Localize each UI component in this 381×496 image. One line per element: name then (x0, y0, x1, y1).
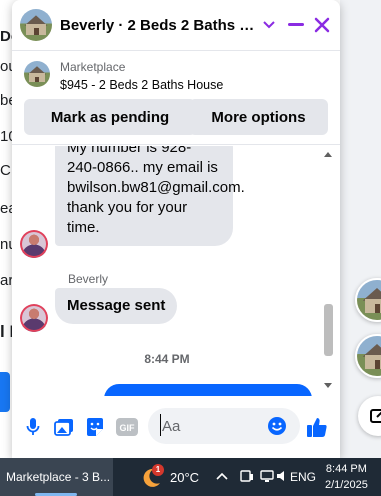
close-icon (314, 17, 330, 33)
composer: GIF Aa (12, 396, 340, 458)
chevron-down-icon (263, 21, 275, 29)
listing-title[interactable]: $945 - 2 Beds 2 Baths House (60, 78, 223, 92)
incoming-message: My number is 928-240-0866.. my email is … (55, 146, 245, 246)
chat-avatar[interactable] (20, 9, 52, 41)
minimize-button[interactable] (284, 13, 308, 37)
tray-device-button[interactable] (240, 469, 254, 486)
scroll-up-arrow-icon[interactable] (324, 152, 332, 157)
clock-date: 2/1/2025 (325, 479, 368, 491)
message-input-placeholder: Aa (162, 417, 181, 435)
listing-banner: Marketplace $945 - 2 Beds 2 Baths House … (12, 50, 340, 145)
emoji-icon (268, 417, 286, 435)
text-caret (160, 414, 161, 436)
chat-head-house[interactable] (355, 334, 381, 378)
chat-header[interactable]: Beverly · 2 Beds 2 Baths H... (12, 0, 340, 50)
gif-icon: GIF (116, 418, 138, 436)
sticker-button[interactable] (84, 416, 106, 438)
chevron-up-icon (216, 472, 228, 480)
clock-time: 8:44 PM (325, 463, 367, 475)
input-language[interactable]: ENG (290, 470, 316, 484)
gif-label: GIF (120, 423, 136, 433)
sticker-icon (87, 418, 103, 436)
listing-thumbnail[interactable] (24, 61, 50, 87)
speaker-icon (277, 471, 284, 481)
compose-icon (370, 409, 381, 423)
emoji-button[interactable] (266, 415, 288, 437)
more-options-button[interactable]: More options (189, 99, 328, 135)
scrollbar-thumb[interactable] (324, 304, 333, 356)
microphone-icon (26, 418, 40, 435)
temperature[interactable]: 20°C (170, 470, 199, 485)
taskbar-app-button[interactable]: Marketplace - 3 B... (0, 458, 113, 496)
sender-name: Beverly (68, 272, 109, 286)
thumbs-up-icon (307, 418, 327, 437)
listing-source: Marketplace (60, 60, 126, 74)
attach-photo-button[interactable] (53, 416, 75, 438)
network-button[interactable] (260, 469, 274, 486)
minimize-icon (288, 23, 304, 26)
scroll-down-arrow-icon[interactable] (324, 383, 332, 388)
close-button[interactable] (310, 13, 334, 37)
chat-window: Beverly · 2 Beds 2 Baths H... Marketplac… (12, 0, 340, 458)
clock[interactable]: 8:44 PM 2/1/2025 (325, 461, 368, 493)
sender-avatar[interactable] (20, 230, 48, 258)
send-like-button[interactable] (306, 416, 328, 438)
chat-options-button[interactable] (257, 13, 281, 37)
sender-avatar[interactable] (20, 304, 48, 332)
weather-badge: 1 (152, 464, 164, 476)
chat-heads-rail (340, 0, 381, 458)
mark-as-pending-button[interactable]: Mark as pending (24, 99, 196, 135)
voice-clip-button[interactable] (22, 416, 44, 438)
message-list: My number is 928-240-0866.. my email is … (12, 146, 340, 396)
chat-head-house[interactable] (355, 278, 381, 322)
photo-icon (54, 419, 73, 436)
taskbar: Marketplace - 3 B... 1 20°C ENG 8:44 PM … (0, 458, 381, 496)
chat-title[interactable]: Beverly · 2 Beds 2 Baths H... (60, 17, 256, 34)
message-timestamp: 8:44 PM (144, 352, 190, 366)
background-blue-button[interactable] (0, 372, 10, 412)
volume-button[interactable] (276, 469, 288, 486)
show-hidden-icons-button[interactable] (216, 469, 228, 483)
house-thumbnail (357, 280, 381, 320)
house-thumbnail (357, 336, 381, 376)
scrollbar[interactable] (322, 146, 336, 396)
gif-button[interactable]: GIF (116, 416, 138, 438)
incoming-message: Message sent (55, 288, 178, 324)
outgoing-message (104, 384, 312, 396)
network-icon (260, 470, 274, 482)
device-icon (240, 470, 253, 482)
